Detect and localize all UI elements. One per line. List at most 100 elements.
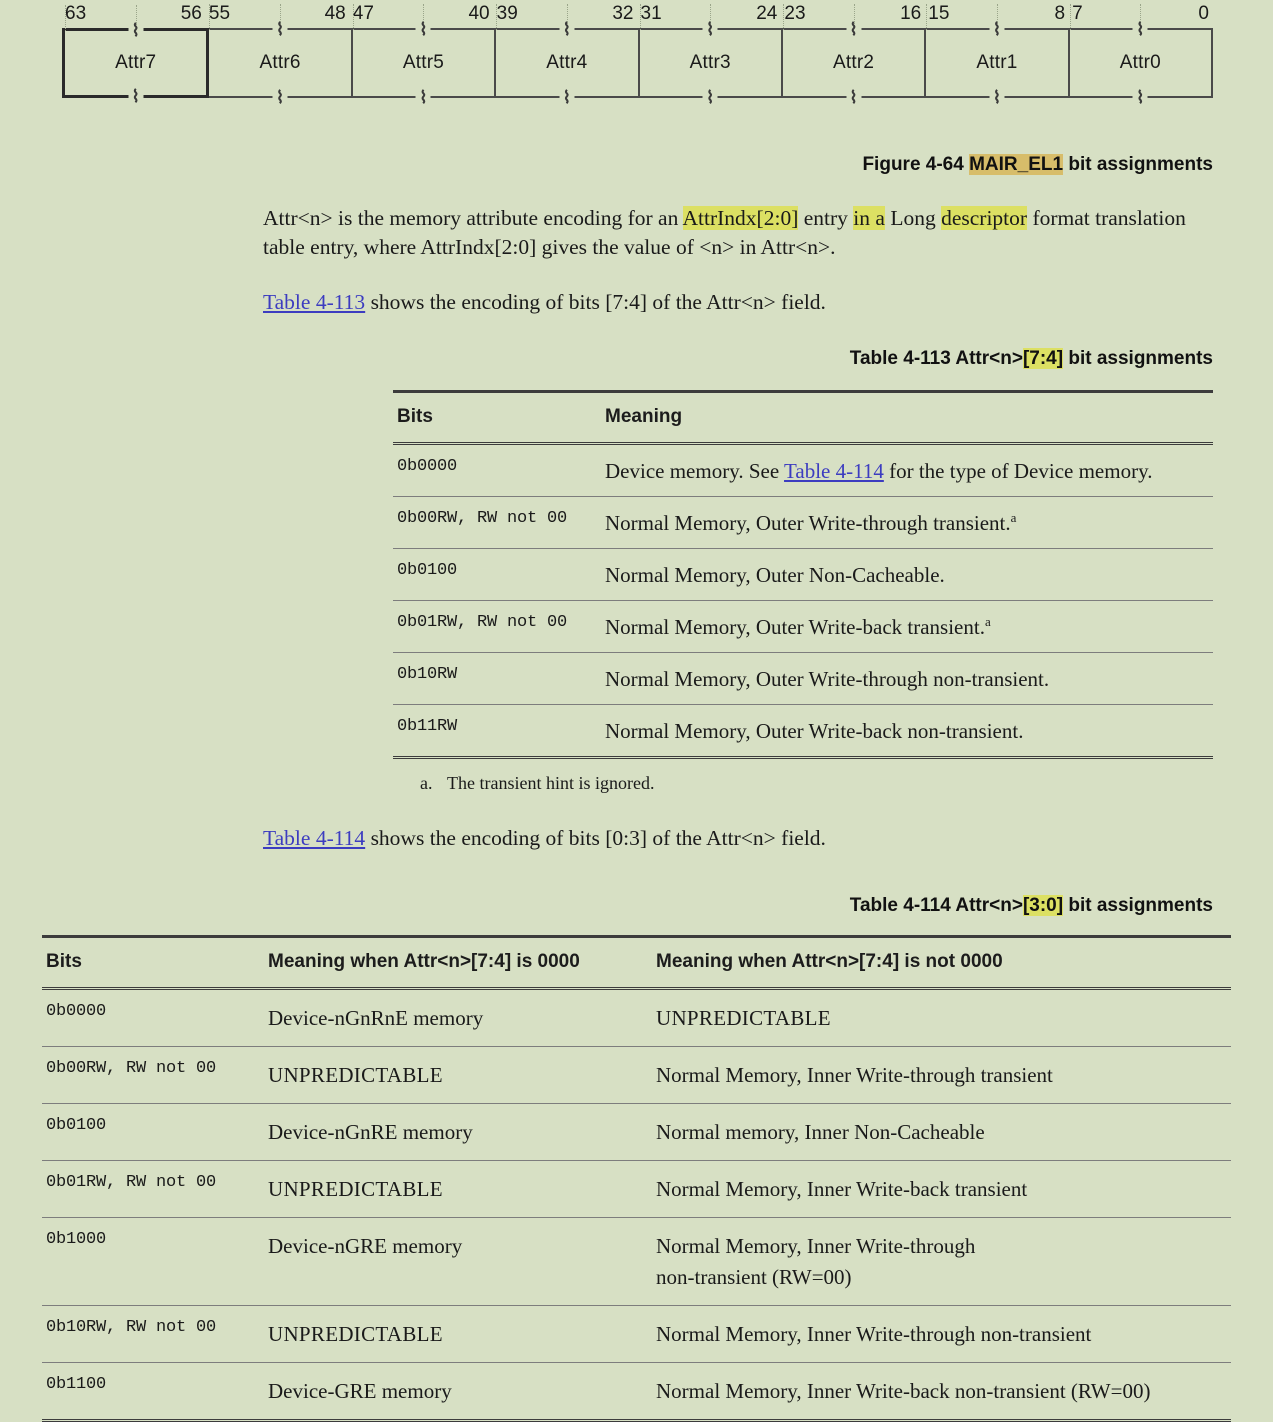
cell-meaning: Normal Memory, Outer Write-back transien… — [601, 600, 1213, 653]
para-text-b: entry — [798, 206, 854, 230]
t113-header-bits: Bits — [393, 390, 601, 445]
bit-field-attr1: ⌇ ⌇ Attr1 — [926, 4, 1070, 106]
table-4-114-header-row: Bits Meaning when Attr<n>[7:4] is 0000 M… — [42, 935, 1231, 990]
break-marker-icon: ⌇ — [131, 87, 140, 106]
bit-guide-line — [352, 4, 354, 30]
break-mask — [272, 94, 288, 99]
link-table-4-114[interactable]: Table 4-114 — [263, 826, 365, 850]
cell-bits: 0b0100 — [393, 548, 601, 601]
bit-field-label: Attr6 — [259, 52, 301, 73]
break-marker-icon: ⌇ — [275, 88, 285, 107]
bit-field-attr2: ⌇ ⌇ Attr2 — [782, 4, 927, 106]
cell-meaning-attr-zero: UNPREDICTABLE — [264, 1160, 652, 1218]
break-marker-icon: ⌇ — [992, 88, 1002, 107]
bit-guide-line — [853, 4, 855, 30]
figure-caption: Figure 4-64 MAIR_EL1 bit assignments — [0, 154, 1213, 176]
footnote-marker: a. — [420, 773, 433, 793]
table-row: 0b01RW, RW not 00 UNPREDICTABLE Normal Mem… — [42, 1160, 1231, 1218]
t113-caption-bitrange: [7:4] — [1022, 348, 1064, 369]
table-4-114: Bits Meaning when Attr<n>[7:4] is 0000 M… — [42, 935, 1231, 1422]
bit-field-attr7: ⌇ ⌇ Attr7 — [62, 5, 210, 105]
cell-meaning-attr-nonzero: Normal Memory, Inner Write-through non-tr… — [652, 1217, 1231, 1306]
cell-meaning: Normal Memory, Outer Write-back non-tran… — [601, 704, 1213, 759]
bit-number-low-Attr5: 40 — [468, 3, 490, 24]
bit-guide-line — [926, 4, 928, 30]
bit-number-low-Attr3: 24 — [756, 3, 778, 24]
cell-meaning-attr-zero: UNPREDICTABLE — [264, 1046, 652, 1104]
bit-guide-line — [209, 4, 211, 30]
cell-meaning: Normal Memory, Outer Write-through non-t… — [601, 652, 1213, 705]
figure-caption-register-name: MAIR_EL1 — [969, 154, 1064, 175]
break-mask — [989, 94, 1005, 99]
bit-guide-line — [710, 4, 712, 30]
cell-bits: 0b00RW, RW not 00 — [42, 1046, 264, 1104]
table-4-113-caption: Table 4-113 Attr<n>[7:4] bit assignments — [0, 348, 1213, 370]
bit-number-low-Attr4: 32 — [612, 3, 634, 24]
t113-header-meaning: Meaning — [601, 390, 1213, 445]
t114-caption-prefix: Table 4-114 Attr<n> — [849, 895, 1023, 916]
cell-bits: 0b1100 — [42, 1362, 264, 1422]
bit-guide-line — [1140, 4, 1142, 30]
table-4-114-intro: Table 4-114 shows the encoding of bits [… — [263, 824, 1213, 853]
t114-header-bits: Bits — [42, 935, 264, 990]
cell-meaning-attr-zero: Device-nGnRE memory — [264, 1103, 652, 1161]
cell-meaning-attr-zero: Device-GRE memory — [264, 1362, 652, 1422]
break-mask — [128, 93, 144, 98]
bit-guide-line — [782, 4, 784, 30]
para-text-a: Attr<n> is the memory attribute encoding… — [263, 206, 683, 230]
cell-meaning-attr-nonzero: UNPREDICTABLE — [652, 988, 1231, 1047]
t113-caption-prefix: Table 4-113 Attr<n> — [849, 348, 1023, 369]
bit-field-label: Attr2 — [833, 52, 875, 73]
bit-guide-line — [423, 4, 425, 30]
bit-field-row: ⌇ ⌇ Attr7 ⌇ ⌇ Attr6 ⌇ ⌇ Attr5 ⌇ ⌇ Attr4 ⌇ ⌇ Attr3 ⌇ ⌇ Att… — [62, 4, 1213, 106]
bit-field-label: Attr3 — [689, 52, 731, 73]
bit-number-high-Attr2: 23 — [784, 3, 806, 24]
bit-guide-line — [280, 4, 282, 30]
bit-number-high-Attr4: 39 — [496, 3, 518, 24]
table-row: 0b1100 Device-GRE memory Normal Memory, In… — [42, 1362, 1231, 1422]
bit-guide-line — [639, 4, 641, 30]
footnote-ref[interactable]: a — [985, 614, 991, 629]
highlight-descriptor: descriptor — [941, 206, 1028, 230]
bit-field-label: Attr7 — [115, 52, 157, 73]
link-table-4-114[interactable]: Table 4-114 — [784, 459, 884, 483]
cell-meaning-attr-nonzero: Normal Memory, Inner Write-back non-tran… — [652, 1362, 1231, 1422]
table-4-113: Bits Meaning 0b0000 Device memory. See Ta… — [393, 390, 1213, 759]
table-row: 0b0000 Device memory. See Table 4-114 for… — [393, 443, 1213, 497]
cell-meaning: Normal Memory, Outer Non-Cacheable. — [601, 548, 1213, 601]
cell-meaning-attr-zero: Device-nGnRnE memory — [264, 988, 652, 1047]
break-marker-icon: ⌇ — [419, 88, 428, 107]
figure-caption-suffix: bit assignments — [1063, 154, 1213, 175]
link-table-4-113[interactable]: Table 4-113 — [263, 290, 365, 314]
table-4-113-intro-rest: shows the encoding of bits [7:4] of the … — [365, 290, 826, 314]
table-row: 0b11RW Normal Memory, Outer Write-back no… — [393, 704, 1213, 759]
bit-number-high-Attr1: 15 — [928, 3, 950, 24]
cell-bits: 0b10RW, RW not 00 — [42, 1305, 264, 1363]
cell-meaning-attr-zero: UNPREDICTABLE — [264, 1305, 652, 1363]
bit-guide-line — [65, 5, 66, 31]
break-mask — [702, 94, 718, 99]
table-4-113-wrapper: Bits Meaning 0b0000 Device memory. See Ta… — [393, 390, 1213, 794]
table-row: 0b0000 Device-nGnRnE memory UNPREDICTABLE — [42, 988, 1231, 1047]
bit-number-low-Attr2: 16 — [900, 3, 922, 24]
cell-bits: 0b10RW — [393, 652, 601, 705]
bit-number-high-Attr6: 55 — [208, 3, 231, 24]
cell-bits: 0b0100 — [42, 1103, 264, 1161]
bit-field-attr0: ⌇ ⌇ Attr0 — [1069, 4, 1213, 106]
bit-number-high-Attr5: 47 — [352, 3, 374, 24]
figure-caption-prefix: Figure 4-64 — [862, 154, 970, 175]
t114-caption-bitrange: [3:0] — [1022, 895, 1064, 916]
cell-bits: 0b00RW, RW not 00 — [393, 496, 601, 549]
highlight-attrindx: AttrIndx[2:0] — [682, 206, 799, 230]
bit-number-low-Attr6: 48 — [324, 3, 346, 24]
cell-meaning-attr-nonzero: Normal Memory, Inner Write-through trans… — [652, 1046, 1231, 1104]
table-row: 0b00RW, RW not 00 Normal Memory, Outer Wr… — [393, 496, 1213, 549]
attr-description-paragraph: Attr<n> is the memory attribute encoding… — [263, 204, 1213, 262]
bit-guide-line — [135, 5, 137, 31]
cell-bits: 0b0000 — [42, 988, 264, 1047]
table-row: 0b1000 Device-nGRE memory Normal Memory, I… — [42, 1217, 1231, 1306]
mair-el1-bitfield-figure: 63 56 55 48 47 40 39 32 31 24 23 16 15 8 7 0 ⌇ ⌇ Attr7 ⌇ ⌇ A… — [0, 0, 1273, 125]
table-row: 0b0100 Normal Memory, Outer Non-Cacheable… — [393, 548, 1213, 601]
cell-meaning-attr-nonzero: Normal memory, Inner Non-Cacheable — [652, 1103, 1231, 1161]
footnote-ref[interactable]: a — [1011, 510, 1017, 525]
